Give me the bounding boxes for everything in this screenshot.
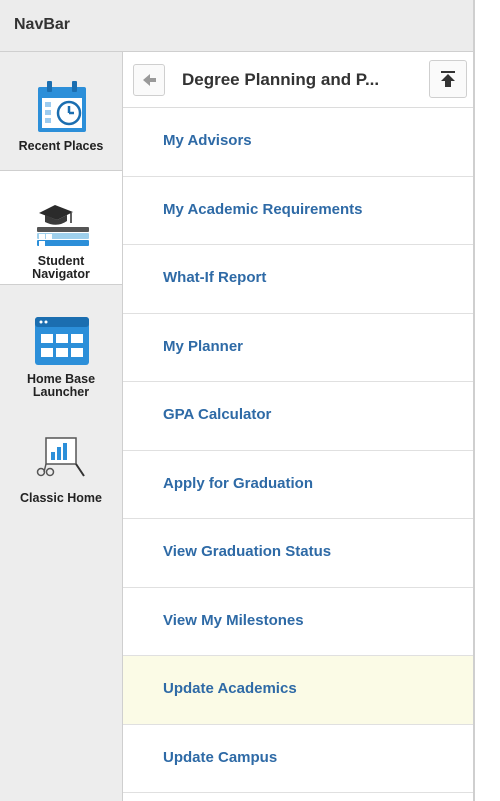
menu-item-view-graduation-status[interactable]: View Graduation Status: [123, 519, 473, 588]
menu-item-label: Update Campus: [163, 748, 278, 766]
menu-item-label: Update Academics: [163, 680, 297, 697]
menu-item-label: My Planner: [163, 337, 244, 355]
navbar-title-bar: NavBar: [0, 0, 473, 52]
sidebar-item-recent-places[interactable]: Recent Places: [0, 52, 122, 170]
arrow-left-icon: [143, 74, 156, 86]
menu-item-update-academics[interactable]: Update Academics: [123, 656, 473, 725]
navbar-title: NavBar: [14, 16, 71, 33]
menu-item-my-planner[interactable]: My Planner: [123, 313, 473, 382]
menu-item-my-academic-requirements[interactable]: My Academic Requirements: [123, 176, 473, 245]
menu-item-label: Apply for Graduation: [163, 474, 313, 492]
menu-item-label: My Academic Requirements: [163, 200, 363, 218]
menu-item-label: My Advisors: [163, 132, 252, 149]
menu-item-update-campus[interactable]: Update Campus: [123, 724, 473, 793]
menu-item-label: What-If Report: [163, 269, 267, 286]
menu-list: My Advisors My Academic Requirements Wha…: [123, 108, 473, 793]
page-title: Degree Planning and P...: [182, 70, 380, 89]
content-header: Degree Planning and P...: [123, 52, 473, 108]
sidebar-item-student-navigator[interactable]: Student Navigator: [0, 170, 122, 285]
sidebar-item-label: Classic Home: [20, 491, 102, 505]
sidebar-item-classic-home[interactable]: Classic Home: [0, 396, 122, 516]
calendar-clock-icon: [38, 81, 86, 132]
menu-item-label: View My Milestones: [163, 611, 304, 629]
back-button[interactable]: [133, 64, 165, 96]
navbar-panel: NavBar Recent Places Student Navigator H…: [0, 0, 475, 801]
sidebar-item-label: Recent Places: [18, 139, 104, 153]
menu-item-apply-for-graduation[interactable]: Apply for Graduation: [123, 450, 473, 519]
menu-item-label: View Graduation Status: [163, 543, 332, 560]
arrow-up-to-top-icon: [441, 71, 455, 87]
graduation-cap-books-icon: [37, 205, 89, 246]
menu-item-view-my-milestones[interactable]: View My Milestones: [123, 587, 473, 656]
sidebar: Recent Places Student Navigator Home Bas…: [0, 52, 123, 801]
sidebar-item-label-line2: Navigator: [32, 267, 90, 281]
collapse-to-top-button[interactable]: [429, 60, 467, 98]
menu-item-my-advisors[interactable]: My Advisors: [123, 108, 473, 177]
menu-item-label: GPA Calculator: [163, 406, 272, 423]
chart-easel-icon: [36, 437, 85, 477]
main-content: Degree Planning and P... My Advisors My …: [123, 52, 473, 801]
sidebar-item-home-base-launcher[interactable]: Home Base Launcher: [0, 284, 122, 399]
grid-window-icon: [35, 317, 89, 365]
menu-item-gpa-calculator[interactable]: GPA Calculator: [123, 382, 473, 451]
menu-item-what-if-report[interactable]: What-If Report: [123, 245, 473, 314]
